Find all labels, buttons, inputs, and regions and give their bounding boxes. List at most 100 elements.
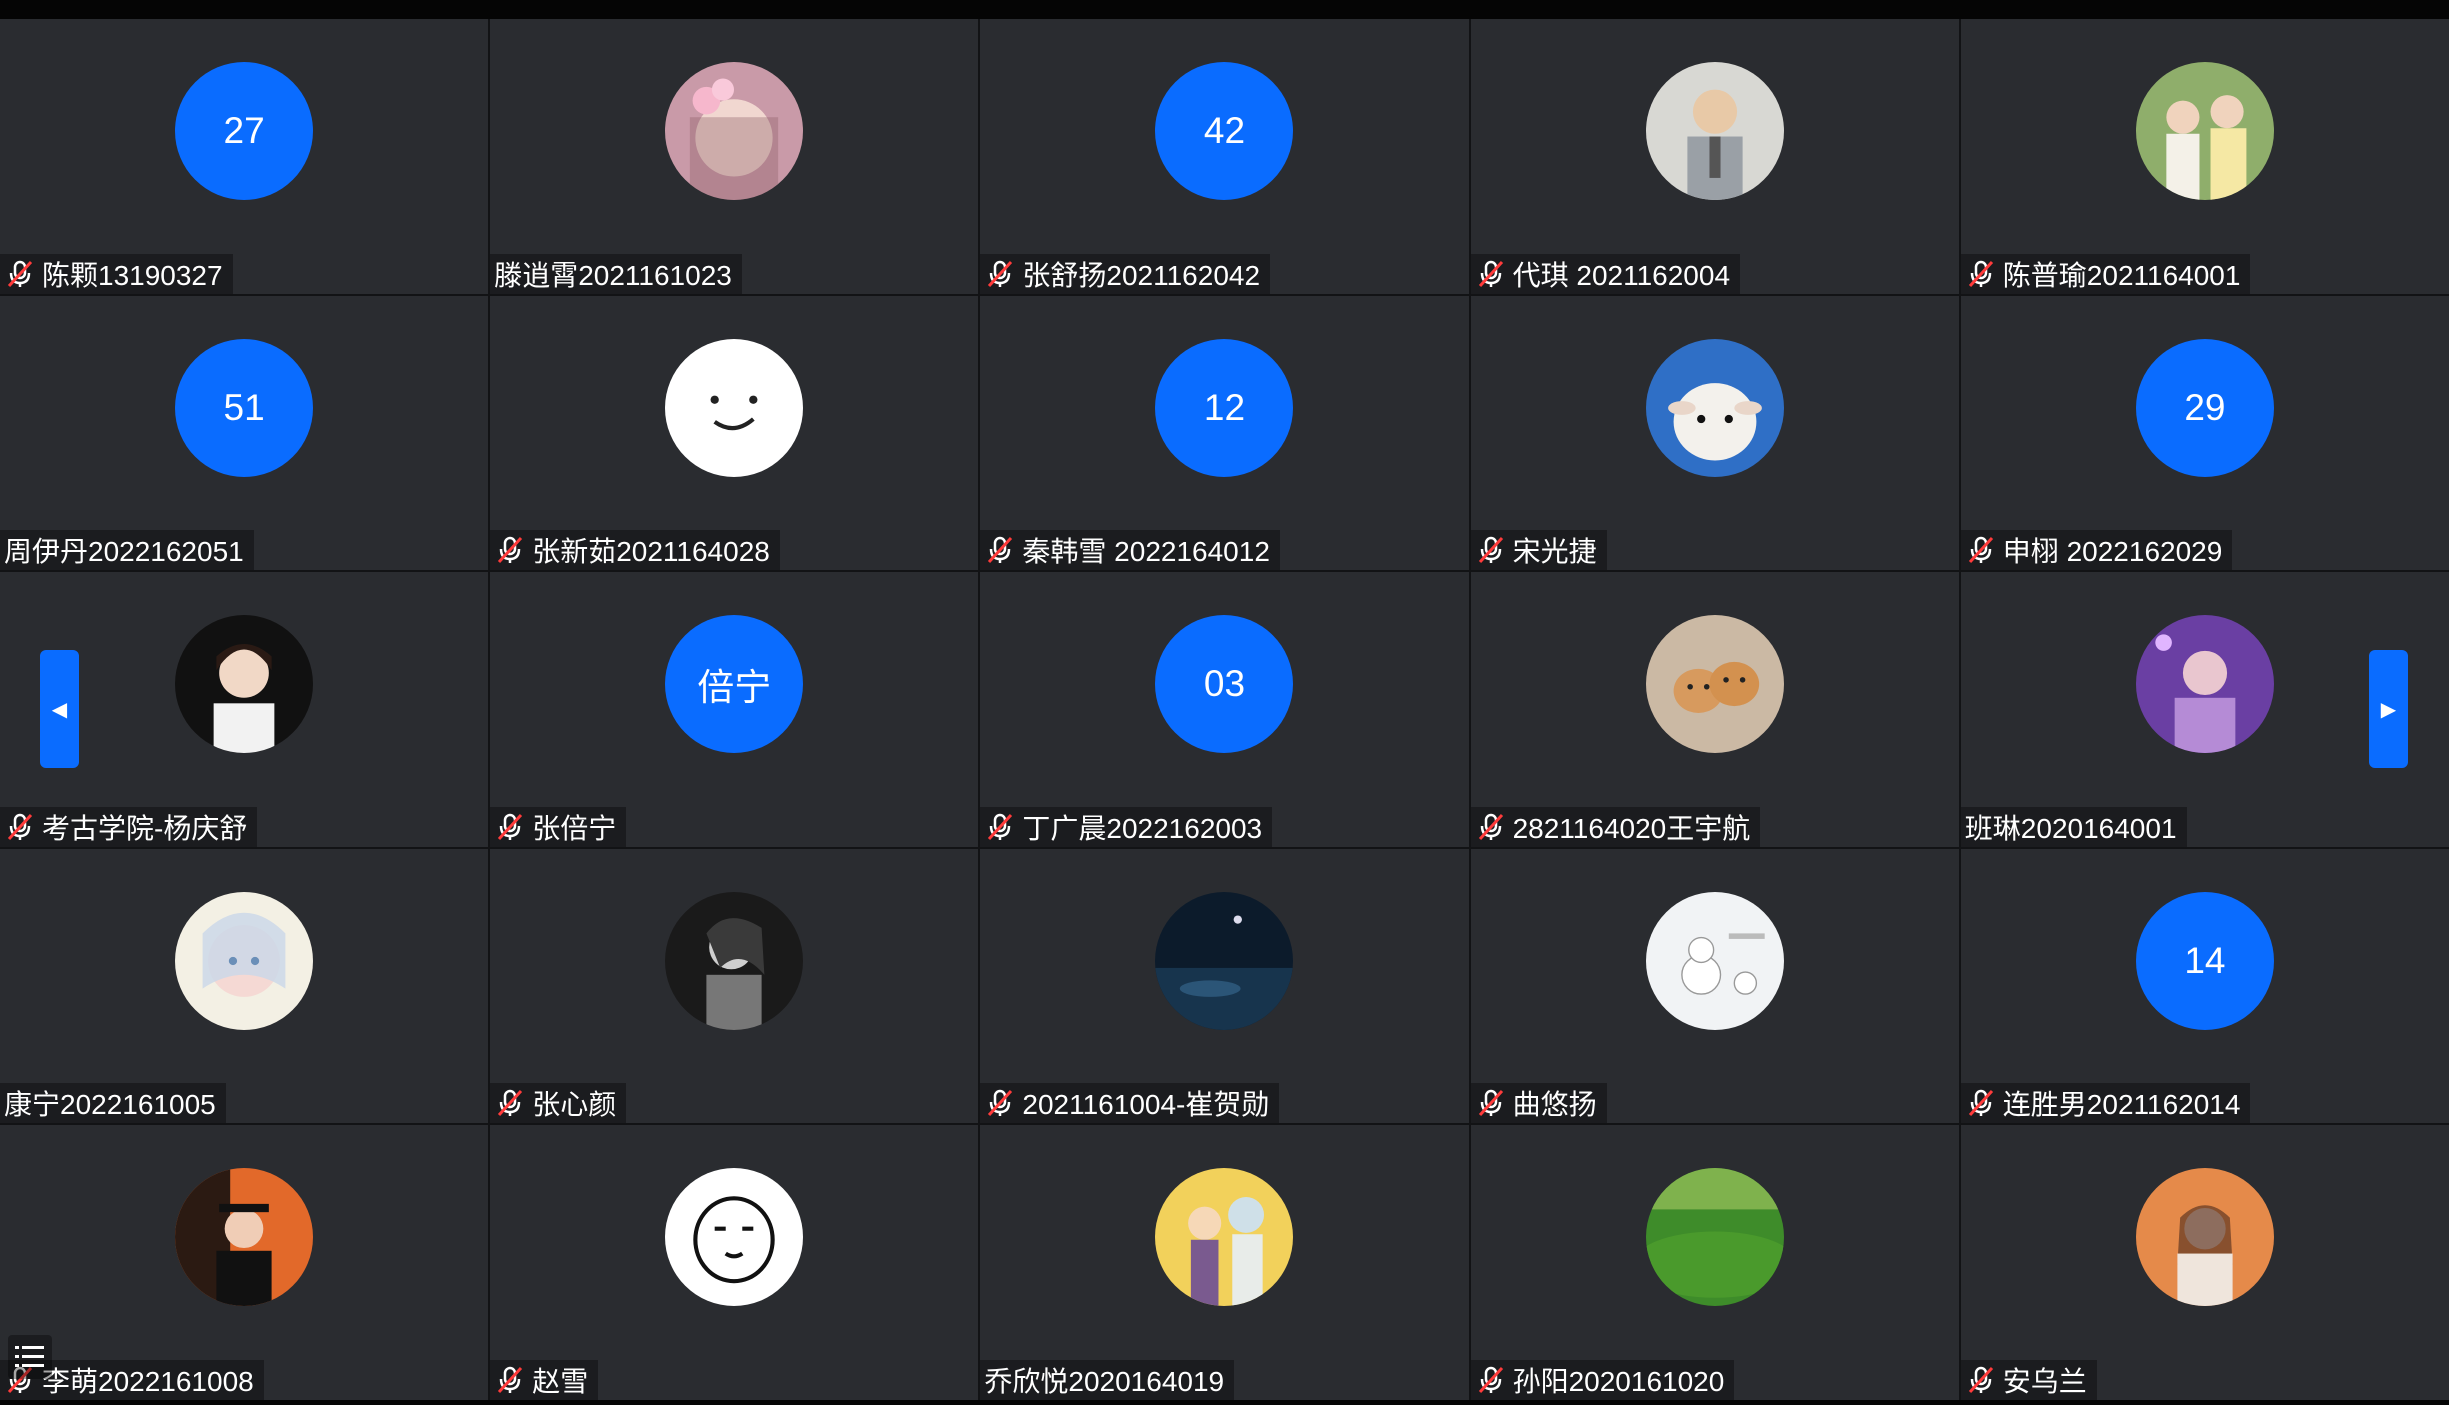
participant-list-button[interactable] xyxy=(8,1335,52,1379)
participant-nameplate: 滕逍霄2021161023 xyxy=(490,253,742,294)
participant-nameplate: 曲悠扬 xyxy=(1470,1083,1607,1124)
participant-tile[interactable]: 赵雪 xyxy=(490,1125,979,1400)
participant-nameplate: 陈颗13190327 xyxy=(0,253,233,294)
participant-tile[interactable]: 27 陈颗13190327 xyxy=(0,19,489,294)
mic-muted-icon xyxy=(1478,260,1503,287)
participant-nameplate: 2021161004-崔贺勋 xyxy=(980,1083,1280,1124)
participant-tile[interactable]: 42 张舒扬2021162042 xyxy=(980,19,1469,294)
participant-tile[interactable]: 曲悠扬 xyxy=(1470,848,1959,1124)
participant-nameplate: 乔欣悦2020164019 xyxy=(980,1360,1235,1400)
avatar-number: 14 xyxy=(2135,891,2274,1030)
graduate-photo-icon xyxy=(175,1168,314,1307)
participant-nameplate: 张舒扬2021162042 xyxy=(980,253,1271,294)
mic-muted-icon xyxy=(1968,260,1993,287)
participant-tile[interactable]: 2821164020王宇航 xyxy=(1470,572,1959,847)
participant-tile[interactable]: 张心颜 xyxy=(490,848,979,1124)
participant-name: 陈普瑜2021164001 xyxy=(2002,259,2241,291)
participant-nameplate: 张心颜 xyxy=(490,1083,627,1124)
woman-portrait-icon xyxy=(175,615,314,754)
mic-muted-icon xyxy=(1478,813,1503,840)
mic-muted-icon xyxy=(1968,1090,1993,1117)
participant-nameplate: 班琳2020164001 xyxy=(1960,806,2187,847)
participant-nameplate: 康宁2022161005 xyxy=(0,1083,226,1124)
participant-nameplate: 2821164020王宇航 xyxy=(1470,806,1761,847)
mic-muted-icon xyxy=(498,1090,523,1117)
participant-tile[interactable]: 滕逍霄2021161023 xyxy=(490,19,979,294)
participant-nameplate: 孙阳2020161020 xyxy=(1470,1360,1735,1400)
girl-flowers-photo-icon xyxy=(665,62,804,200)
mic-muted-icon xyxy=(1968,1366,1993,1394)
participant-nameplate: 代琪 2021162004 xyxy=(1470,253,1741,294)
anime-girl-icon xyxy=(175,891,314,1030)
participant-tile[interactable]: 12 秦韩雪 2022164012 xyxy=(980,295,1469,571)
participant-nameplate: 丁广晨2022162003 xyxy=(980,806,1273,847)
participant-name: 周伊丹2022162051 xyxy=(4,536,244,568)
participant-tile[interactable]: 康宁2022161005 xyxy=(0,848,489,1124)
participant-name: 赵雪 xyxy=(532,1366,589,1397)
participant-tile[interactable]: 张新茹2021164028 xyxy=(490,295,979,571)
participant-tile[interactable]: 2021161004-崔贺勋 xyxy=(980,848,1469,1124)
mic-muted-icon xyxy=(1478,1366,1503,1394)
mic-muted-icon xyxy=(988,813,1013,840)
next-page-button[interactable]: ▶ xyxy=(2369,650,2408,768)
participant-nameplate: 连胜男2021162014 xyxy=(1960,1083,2251,1124)
participant-nameplate: 张新茹2021164028 xyxy=(490,530,780,571)
cartoon-characters-icon xyxy=(1155,1168,1294,1307)
participant-name: 乔欣悦2020164019 xyxy=(984,1366,1225,1397)
girl-sunset-photo-icon xyxy=(2135,1168,2274,1307)
participant-nameplate: 张倍宁 xyxy=(490,806,627,847)
participant-name: 张倍宁 xyxy=(532,812,617,844)
green-field-icon xyxy=(1645,1168,1784,1307)
participant-name: 丁广晨2022162003 xyxy=(1022,812,1263,844)
participant-nameplate: 秦韩雪 2022164012 xyxy=(980,530,1280,571)
participant-name: 宋光捷 xyxy=(1512,536,1597,568)
couple-photo-icon xyxy=(2135,62,2274,200)
chevron-right-icon: ▶ xyxy=(2380,698,2397,721)
participant-name: 安乌兰 xyxy=(2002,1366,2087,1397)
avatar-number: 42 xyxy=(1155,62,1294,200)
cartoon-man-suit-icon xyxy=(1645,62,1784,200)
cartoon-face-icon xyxy=(665,1168,804,1307)
participant-name: 陈颗13190327 xyxy=(42,259,223,291)
participant-tile[interactable]: 安乌兰 xyxy=(1960,1125,2449,1400)
mic-muted-icon xyxy=(988,536,1013,564)
participant-tile[interactable]: 陈普瑜2021164001 xyxy=(1960,19,2449,294)
participant-name: 曲悠扬 xyxy=(1512,1089,1597,1121)
snowman-cartoon-icon xyxy=(1645,891,1784,1030)
participant-name: 连胜男2021162014 xyxy=(2002,1089,2241,1121)
mic-muted-icon xyxy=(498,1366,523,1394)
prev-page-button[interactable]: ◀ xyxy=(40,650,79,768)
participant-tile[interactable]: 宋光捷 xyxy=(1470,295,1959,571)
woman-bw-photo-icon xyxy=(665,891,804,1030)
participant-nameplate: 安乌兰 xyxy=(1960,1360,2097,1400)
participant-name: 滕逍霄2021161023 xyxy=(494,259,732,291)
participant-name: 申栩 2022162029 xyxy=(2002,536,2223,568)
participant-name: 秦韩雪 2022164012 xyxy=(1022,536,1270,568)
participant-name: 康宁2022161005 xyxy=(4,1089,216,1121)
participant-tile[interactable]: 29 申栩 2022162029 xyxy=(1960,295,2449,571)
participant-tile[interactable]: 乔欣悦2020164019 xyxy=(980,1125,1469,1400)
mic-muted-icon xyxy=(498,813,523,840)
participant-tile[interactable]: 倍宁 张倍宁 xyxy=(490,572,979,847)
participant-name: 考古学院-杨庆舒 xyxy=(42,812,248,844)
mic-muted-icon xyxy=(7,260,33,287)
participant-name: 李萌2022161008 xyxy=(42,1366,254,1397)
list-icon xyxy=(15,1346,44,1367)
participant-tile[interactable]: 代琪 2021162004 xyxy=(1470,19,1959,294)
mic-muted-icon xyxy=(1478,536,1503,564)
participant-nameplate: 申栩 2022162029 xyxy=(1960,530,2233,571)
participant-name: 代琪 2021162004 xyxy=(1512,259,1731,291)
participant-tile[interactable]: 李萌2022161008 xyxy=(0,1125,489,1400)
participant-tile[interactable]: 51 周伊丹2022162051 xyxy=(0,295,489,571)
participant-tile[interactable]: 14 连胜男2021162014 xyxy=(1960,848,2449,1124)
participant-name: 张新茹2021164028 xyxy=(532,536,770,568)
participant-tile[interactable]: 03 丁广晨2022162003 xyxy=(980,572,1469,847)
smiley-face-icon xyxy=(665,338,804,477)
girl-purple-photo-icon xyxy=(2135,615,2274,754)
participant-grid: 27 陈颗13190327 滕逍霄2021161023 42 张舒扬2021162042… xyxy=(0,19,2449,1400)
cats-photo-icon xyxy=(1645,615,1784,754)
avatar-number: 51 xyxy=(175,338,314,477)
avatar-number: 27 xyxy=(175,62,314,200)
participant-tile[interactable]: 孙阳2020161020 xyxy=(1470,1125,1959,1400)
participant-nameplate: 宋光捷 xyxy=(1470,530,1607,571)
